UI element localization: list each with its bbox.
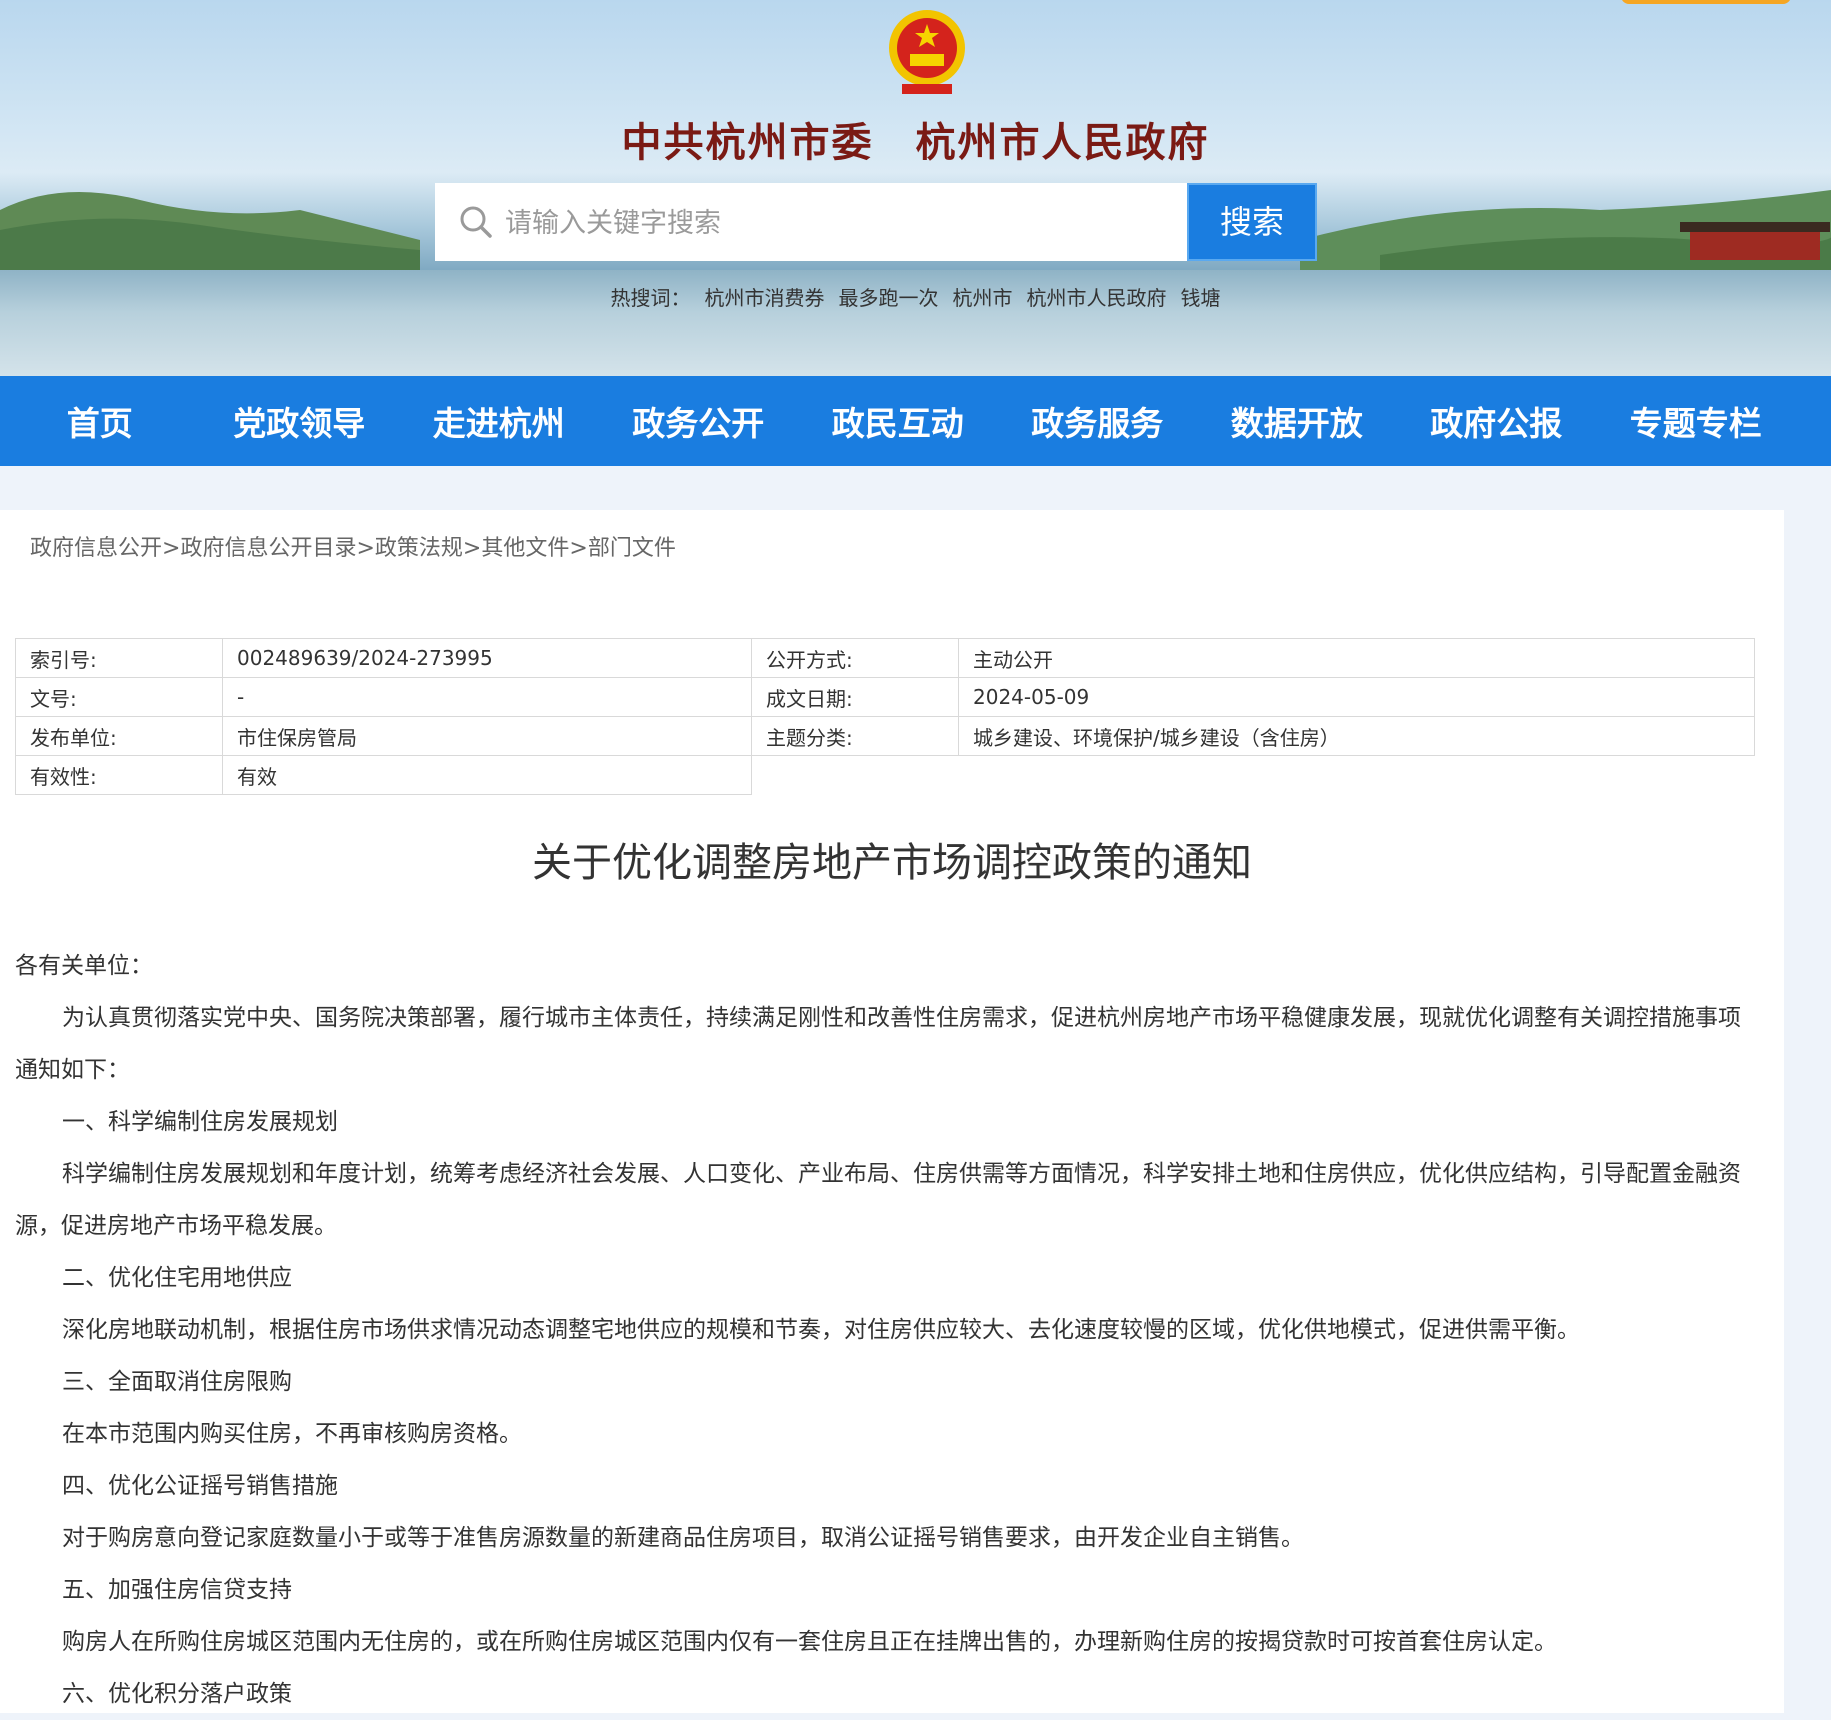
paragraph: 购房人在所购住房城区范围内无住房的，或在所购住房城区范围内仅有一套住房且正在挂牌… [62,1629,1557,1655]
paragraph: 科学编制住房发展规划和年度计划，统筹考虑经济社会发展、人口变化、产业布局、住房供… [15,1161,1741,1239]
nav-item-gov-affairs[interactable]: 政务公开 [599,397,799,445]
table-row: 有效性: 有效 [15,755,1755,795]
hotword-link[interactable]: 最多跑一次 [839,286,939,310]
breadcrumb-separator: > [569,536,588,561]
meta-value: 002489639/2024-273995 [222,638,752,678]
document-body: 各有关单位： 为认真贯彻落实党中央、国务院决策部署，履行城市主体责任，持续满足刚… [15,940,1745,1720]
national-emblem-icon [889,10,965,94]
hot-search-words: 热搜词： 杭州市消费券 最多跑一次 杭州市 杭州市人民政府 钱塘 [0,282,1831,311]
meta-label: 文号: [15,677,223,717]
table-row: 发布单位: 市住保房管局 主题分类: 城乡建设、环境保护/城乡建设（含住房） [15,716,1755,756]
meta-label: 有效性: [15,755,223,795]
meta-value: 城乡建设、环境保护/城乡建设（含住房） [958,716,1755,756]
paragraph: 对于购房意向登记家庭数量小于或等于准售房源数量的新建商品住房项目，取消公证摇号销… [62,1525,1304,1551]
breadcrumb-item[interactable]: 政府信息公开目录 [180,536,356,561]
main-nav: 首页 党政领导 走进杭州 政务公开 政民互动 政务服务 数据开放 政府公报 专题… [0,376,1831,466]
breadcrumb-item[interactable]: 部门文件 [588,536,676,561]
hotword-link[interactable]: 钱塘 [1181,286,1221,310]
document-title: 关于优化调整房地产市场调控政策的通知 [532,840,1252,886]
paragraph: 为认真贯彻落实党中央、国务院决策部署，履行城市主体责任，持续满足刚性和改善性住房… [15,1005,1741,1083]
nav-item-home[interactable]: 首页 [0,397,200,445]
site-title: 中共杭州市委 杭州市人民政府 [621,119,1210,166]
table-row: 索引号: 002489639/2024-273995 公开方式: 主动公开 [15,638,1755,678]
document-meta-table: 索引号: 002489639/2024-273995 公开方式: 主动公开 文号… [15,638,1755,795]
meta-label: 发布单位: [15,716,223,756]
meta-label: 成文日期: [751,677,959,717]
meta-value: - [222,677,752,717]
meta-value: 主动公开 [958,638,1755,678]
breadcrumb-separator: > [162,536,181,561]
search-box [435,183,1187,261]
meta-label: 主题分类: [751,716,959,756]
meta-value: 2024-05-09 [958,677,1755,717]
meta-value: 有效 [222,755,752,795]
hotword-link[interactable]: 杭州市人民政府 [1027,286,1167,310]
header-banner: 中共杭州市委 杭州市人民政府 搜索 热搜词： 杭州市消费券最多跑一次杭州市杭州市人… [0,0,1831,376]
section-heading: 一、科学编制住房发展规划 [62,1109,338,1135]
hotword-link[interactable]: 杭州市 [953,286,1013,310]
table-row: 文号: - 成文日期: 2024-05-09 [15,677,1755,717]
breadcrumb-separator: > [356,536,375,561]
meta-empty-cell [751,755,1755,795]
paragraph: 在本市范围内购买住房，不再审核购房资格。 [62,1421,522,1447]
paragraph: 深化房地联动机制，根据住房市场供求情况动态调整宅地供应的规模和节奏，对住房供应较… [62,1317,1580,1343]
nav-item-services[interactable]: 政务服务 [998,397,1198,445]
breadcrumb-separator: > [462,536,482,561]
section-heading: 二、优化住宅用地供应 [62,1265,292,1291]
breadcrumb-item[interactable]: 政府信息公开 [30,536,162,561]
nav-item-special-topics[interactable]: 专题专栏 [1596,397,1796,445]
hotword-link[interactable]: 杭州市消费券 [705,286,825,310]
search-button[interactable]: 搜索 [1187,183,1317,261]
breadcrumb: 政府信息公开>政府信息公开目录>政策法规>其他文件>部门文件 [30,530,676,562]
hotwords-label: 热搜词： [610,286,691,310]
nav-item-leadership[interactable]: 党政领导 [200,397,400,445]
breadcrumb-item[interactable]: 其他文件 [481,536,569,561]
section-heading: 三、全面取消住房限购 [62,1369,292,1395]
search-input[interactable] [503,197,1167,249]
corner-tab [1621,0,1791,4]
salutation: 各有关单位： [15,953,153,979]
nav-item-interaction[interactable]: 政民互动 [798,397,998,445]
nav-item-open-data[interactable]: 数据开放 [1197,397,1397,445]
section-heading: 六、优化积分落户政策 [62,1681,292,1707]
breadcrumb-item[interactable]: 政策法规 [375,536,463,561]
content-panel: 政府信息公开>政府信息公开目录>政策法规>其他文件>部门文件 索引号: 0024… [0,510,1784,1713]
section-heading: 五、加强住房信贷支持 [62,1577,292,1603]
nav-item-gazette[interactable]: 政府公报 [1397,397,1597,445]
meta-label: 索引号: [15,638,223,678]
search-icon [460,206,492,238]
meta-value: 市住保房管局 [222,716,752,756]
meta-label: 公开方式: [751,638,959,678]
section-heading: 四、优化公证摇号销售措施 [62,1473,338,1499]
nav-item-about-hangzhou[interactable]: 走进杭州 [399,397,599,445]
